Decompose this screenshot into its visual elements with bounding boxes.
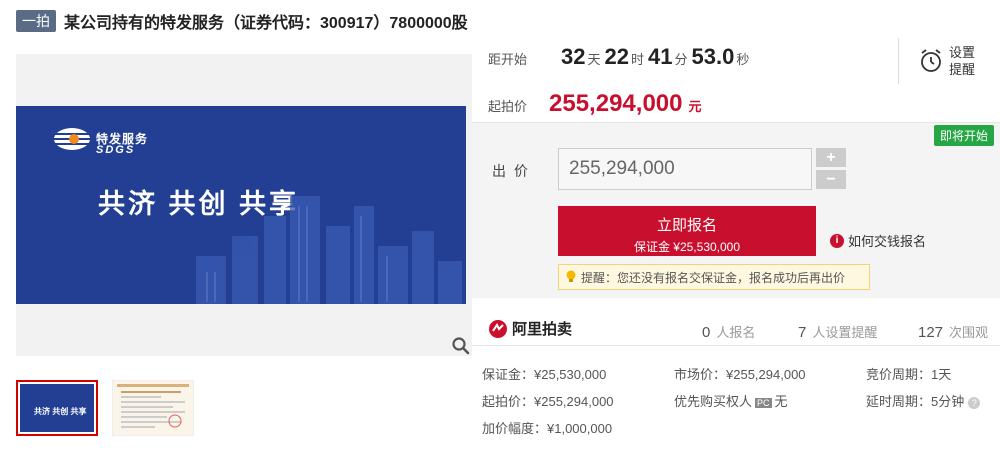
views-count: 127 bbox=[918, 324, 944, 341]
brand-name: 阿里拍卖 bbox=[512, 321, 573, 338]
lightbulb-icon bbox=[566, 270, 576, 282]
countdown-days: 32 bbox=[561, 44, 586, 69]
signups-stat: 0 人报名 bbox=[702, 322, 755, 341]
register-deposit: 保证金 ¥25,530,000 bbox=[633, 239, 741, 254]
reminder-label: 设置 提醒 bbox=[949, 44, 975, 78]
countdown-label: 距开始 bbox=[488, 52, 528, 67]
company-logo-sub: SDGS bbox=[96, 144, 136, 156]
countdown-hours: 22 bbox=[604, 44, 629, 69]
countdown-row: 距开始 32 天 22 时 41 分 53.0 秒 bbox=[488, 44, 749, 84]
title-row: 一拍 某公司持有的特发服务（证券代码：300917）7800000股 bbox=[16, 8, 468, 34]
reminders-count: 7 bbox=[798, 324, 807, 341]
countdown-seconds: 53.0 bbox=[691, 44, 735, 69]
company-logo-icon bbox=[54, 128, 90, 150]
stats-row: 阿里拍卖 0 人报名 7 人设置提醒 127 次围观 bbox=[472, 312, 1000, 346]
views-label: 次围观 bbox=[949, 325, 989, 340]
thumbnail-banner[interactable]: 共济 共创 共享 bbox=[16, 380, 98, 436]
main-banner-image: 特发服务 SDGS 共济 共创 共享 bbox=[16, 106, 466, 304]
how-to-pay-label: 如何交钱报名 bbox=[848, 234, 927, 249]
priority-tag[interactable]: PC bbox=[755, 397, 772, 408]
alarm-clock-icon bbox=[921, 49, 941, 72]
signups-count: 0 bbox=[702, 324, 711, 341]
signups-label: 人报名 bbox=[716, 325, 756, 340]
countdown-days-unit: 天 bbox=[587, 52, 601, 67]
thumbnail-document[interactable] bbox=[112, 380, 194, 436]
status-badge: 即将开始 bbox=[933, 125, 994, 146]
reminder-line1: 设置 bbox=[949, 45, 976, 60]
bid-input[interactable] bbox=[558, 148, 812, 190]
info-icon: i bbox=[830, 233, 844, 248]
start-price-value: 255,294,000 bbox=[549, 90, 683, 117]
page-title: 某公司持有的特发服务（证券代码：300917）7800000股 bbox=[64, 15, 468, 32]
countdown-minutes-unit: 分 bbox=[674, 52, 688, 67]
detail-start-price: 起拍价：¥255,294,000 bbox=[482, 394, 614, 409]
reminders-label: 人设置提醒 bbox=[812, 325, 878, 340]
auction-round-tag: 一拍 bbox=[16, 10, 56, 32]
alibaba-auction-brand: 阿里拍卖 bbox=[488, 318, 572, 339]
start-price-row: 起拍价 255,294,000 元 bbox=[488, 90, 702, 118]
bid-label: 出价 bbox=[492, 163, 536, 179]
reminder-line2: 提醒 bbox=[949, 62, 976, 77]
delay-label: 延时周期：5分钟 bbox=[866, 394, 965, 409]
priority-buyer-value: 无 bbox=[774, 394, 788, 409]
how-to-pay-link[interactable]: i 如何交钱报名 bbox=[830, 231, 926, 250]
reminders-stat: 7 人设置提醒 bbox=[798, 322, 877, 341]
detail-cycle: 竞价周期：1天 bbox=[866, 367, 952, 382]
city-skyline-graphic bbox=[196, 196, 462, 304]
detail-delay: 延时周期：5分钟? bbox=[866, 391, 981, 410]
document-thumbnail-image bbox=[117, 384, 189, 428]
priority-buyer-label: 优先购买权人 bbox=[674, 394, 753, 409]
zoom-icon[interactable] bbox=[450, 336, 472, 356]
register-title: 立即报名 bbox=[656, 216, 717, 234]
main-image-panel[interactable]: 特发服务 SDGS 共济 共创 共享 bbox=[16, 54, 472, 356]
deposit-tip-text: 提醒：您还没有报名交保证金，报名成功后再出价 bbox=[581, 270, 846, 285]
alibaba-auction-logo-icon bbox=[489, 319, 507, 338]
countdown-minutes: 41 bbox=[648, 44, 673, 69]
start-price-label: 起拍价 bbox=[488, 99, 528, 114]
detail-deposit: 保证金：¥25,530,000 bbox=[482, 367, 607, 382]
register-now-button[interactable]: 立即报名 保证金 ¥25,530,000 bbox=[558, 206, 816, 256]
countdown-hours-unit: 时 bbox=[631, 52, 645, 67]
help-icon[interactable]: ? bbox=[968, 396, 981, 409]
detail-priority-buyer: 优先购买权人 PC 无 bbox=[674, 391, 788, 410]
decrease-bid-button[interactable]: − bbox=[816, 170, 846, 189]
thumbnail-banner-image: 共济 共创 共享 bbox=[20, 384, 94, 432]
bid-area: 即将开始 出价 + − 立即报名 保证金 ¥25,530,000 i 如何交钱报… bbox=[472, 122, 1000, 298]
detail-increment: 加价幅度：¥1,000,000 bbox=[482, 421, 613, 436]
increase-bid-button[interactable]: + bbox=[816, 148, 846, 167]
countdown-seconds-unit: 秒 bbox=[736, 52, 750, 67]
deposit-tip: 提醒：您还没有报名交保证金，报名成功后再出价 bbox=[558, 264, 870, 290]
views-stat: 127 次围观 bbox=[918, 322, 988, 341]
thumbnail-slogan: 共济 共创 共享 bbox=[34, 407, 87, 416]
detail-market-price: 市场价：¥255,294,000 bbox=[674, 367, 806, 382]
set-reminder-button[interactable]: 设置 提醒 bbox=[898, 38, 988, 84]
start-price-unit: 元 bbox=[688, 99, 702, 114]
